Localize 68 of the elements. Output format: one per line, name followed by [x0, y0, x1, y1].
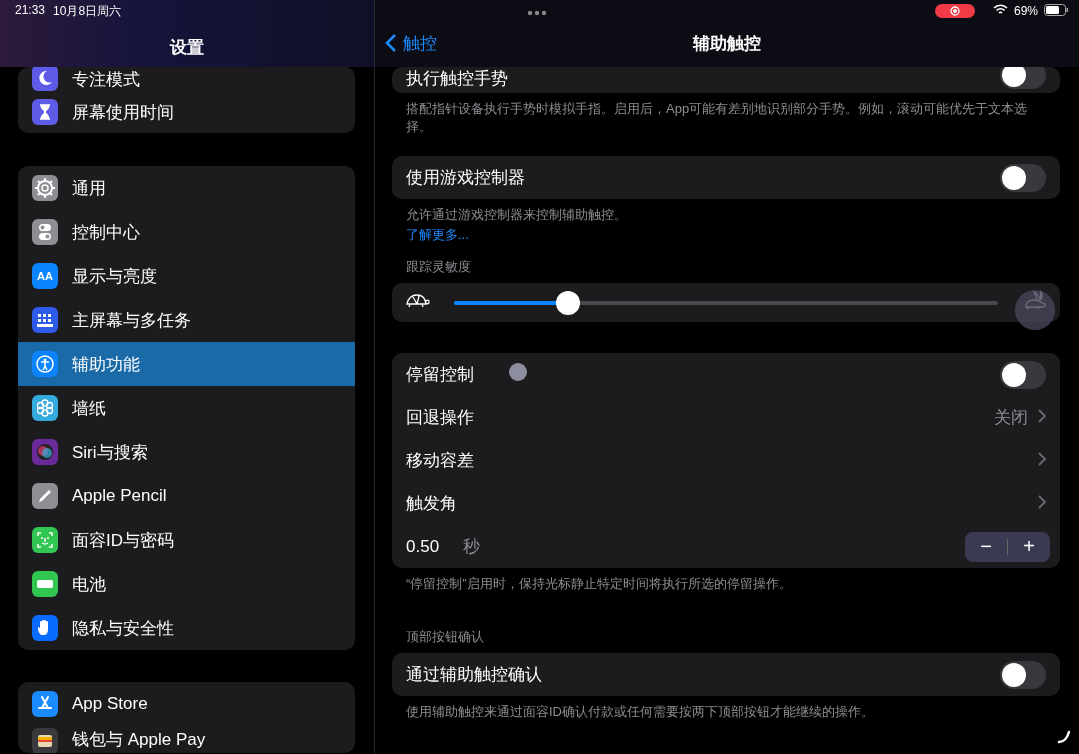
footer-note: 搭配指针设备执行手势时模拟手指。启用后，App可能有差别地识别部分手势。例如，滚动可能优先于文本选择。: [405, 100, 1029, 136]
settings-row[interactable]: 移动容差: [392, 439, 1060, 482]
sidebar-item[interactable]: 电池: [18, 562, 355, 606]
status-time: 21:33: [15, 3, 46, 19]
sidebar-title: 设置: [168, 37, 205, 59]
row-label: 触发角: [406, 493, 457, 515]
sidebar-item[interactable]: 钱包与 Apple Pay: [18, 726, 355, 753]
item-label: 电池: [72, 573, 106, 596]
sidebar-item[interactable]: Siri与搜索: [18, 430, 355, 474]
sidebar-item[interactable]: 通用: [18, 166, 355, 210]
battery-percent: 69%: [1013, 4, 1038, 18]
decrement-button[interactable]: −: [965, 531, 1007, 562]
item-label: Apple Pencil: [72, 486, 167, 506]
toggle-switch[interactable]: [1000, 67, 1046, 89]
footer-note: “停留控制”启用时，保持光标静止特定时间将执行所选的停留操作。: [405, 575, 793, 593]
toggle-switch[interactable]: [1000, 163, 1046, 192]
sidebar-item[interactable]: 隐私与安全性: [18, 606, 355, 650]
sidebar-item[interactable]: 面容ID与密码: [18, 518, 355, 562]
row-label: 通过辅助触控确认: [406, 664, 542, 686]
footer-note: 使用辅助触控来通过面容ID确认付款或任何需要按两下顶部按钮才能继续的操作。: [405, 703, 875, 721]
chevron-left-icon: [385, 33, 397, 53]
settings-row[interactable]: 触发角: [392, 482, 1060, 525]
item-label: 钱包与 Apple Pay: [72, 729, 206, 751]
increment-button[interactable]: +: [1008, 531, 1050, 562]
sidebar-item[interactable]: 主屏幕与多任务: [18, 298, 355, 342]
back-button[interactable]: 触控: [375, 30, 443, 56]
item-label: 墙纸: [72, 397, 106, 420]
item-label: 通用: [72, 177, 106, 200]
row-label: 停留控制: [406, 364, 474, 386]
sensitivity-slider[interactable]: [454, 290, 998, 315]
status-date: 10月8日周六: [53, 3, 122, 20]
toggle-switch[interactable]: [1000, 360, 1046, 389]
sidebar-item[interactable]: App Store: [18, 682, 355, 726]
sidebar-item[interactable]: AA 显示与亮度: [18, 254, 355, 298]
delay-value: 0.50: [406, 536, 440, 557]
sidebar-item[interactable]: Apple Pencil: [18, 474, 355, 518]
row-label: 使用游戏控制器: [406, 167, 525, 189]
toggle-switch[interactable]: [1000, 660, 1046, 689]
learn-more-link[interactable]: 了解更多...: [392, 224, 483, 244]
sidebar-item[interactable]: 专注模式: [18, 67, 355, 91]
item-label: 主屏幕与多任务: [72, 309, 191, 332]
item-label: Siri与搜索: [72, 441, 148, 464]
page-title: 辅助触控: [693, 33, 761, 53]
item-label: 屏幕使用时间: [72, 101, 174, 124]
recording-indicator[interactable]: [934, 4, 975, 18]
unit-label: 秒: [463, 536, 481, 558]
text-size-icon: AA: [32, 263, 58, 289]
item-label: 控制中心: [72, 221, 140, 244]
row-label: 移动容差: [406, 450, 474, 472]
section-header: 跟踪灵敏度: [405, 258, 472, 276]
section-header: 顶部按钮确认: [405, 628, 485, 646]
item-label: 隐私与安全性: [72, 617, 174, 640]
sidebar-item[interactable]: 墙纸: [18, 386, 355, 430]
row-value: 关闭: [994, 407, 1028, 429]
stepper[interactable]: − +: [965, 531, 1050, 562]
item-label: 显示与亮度: [72, 265, 157, 288]
item-label: App Store: [72, 694, 148, 714]
row-label: 回退操作: [406, 407, 474, 429]
sidebar-item[interactable]: 辅助功能: [18, 342, 355, 386]
footer-note: 允许通过游戏控制器来控制辅助触控。: [405, 206, 628, 224]
item-label: 专注模式: [72, 69, 140, 91]
row-label: 执行触控手势: [406, 68, 508, 90]
settings-row[interactable]: 回退操作 关闭: [392, 396, 1060, 439]
item-label: 面容ID与密码: [72, 529, 174, 552]
battery-icon: [1044, 3, 1069, 19]
sidebar-item[interactable]: 控制中心: [18, 210, 355, 254]
sidebar-item[interactable]: 屏幕使用时间: [18, 91, 355, 133]
item-label: 辅助功能: [72, 353, 140, 376]
